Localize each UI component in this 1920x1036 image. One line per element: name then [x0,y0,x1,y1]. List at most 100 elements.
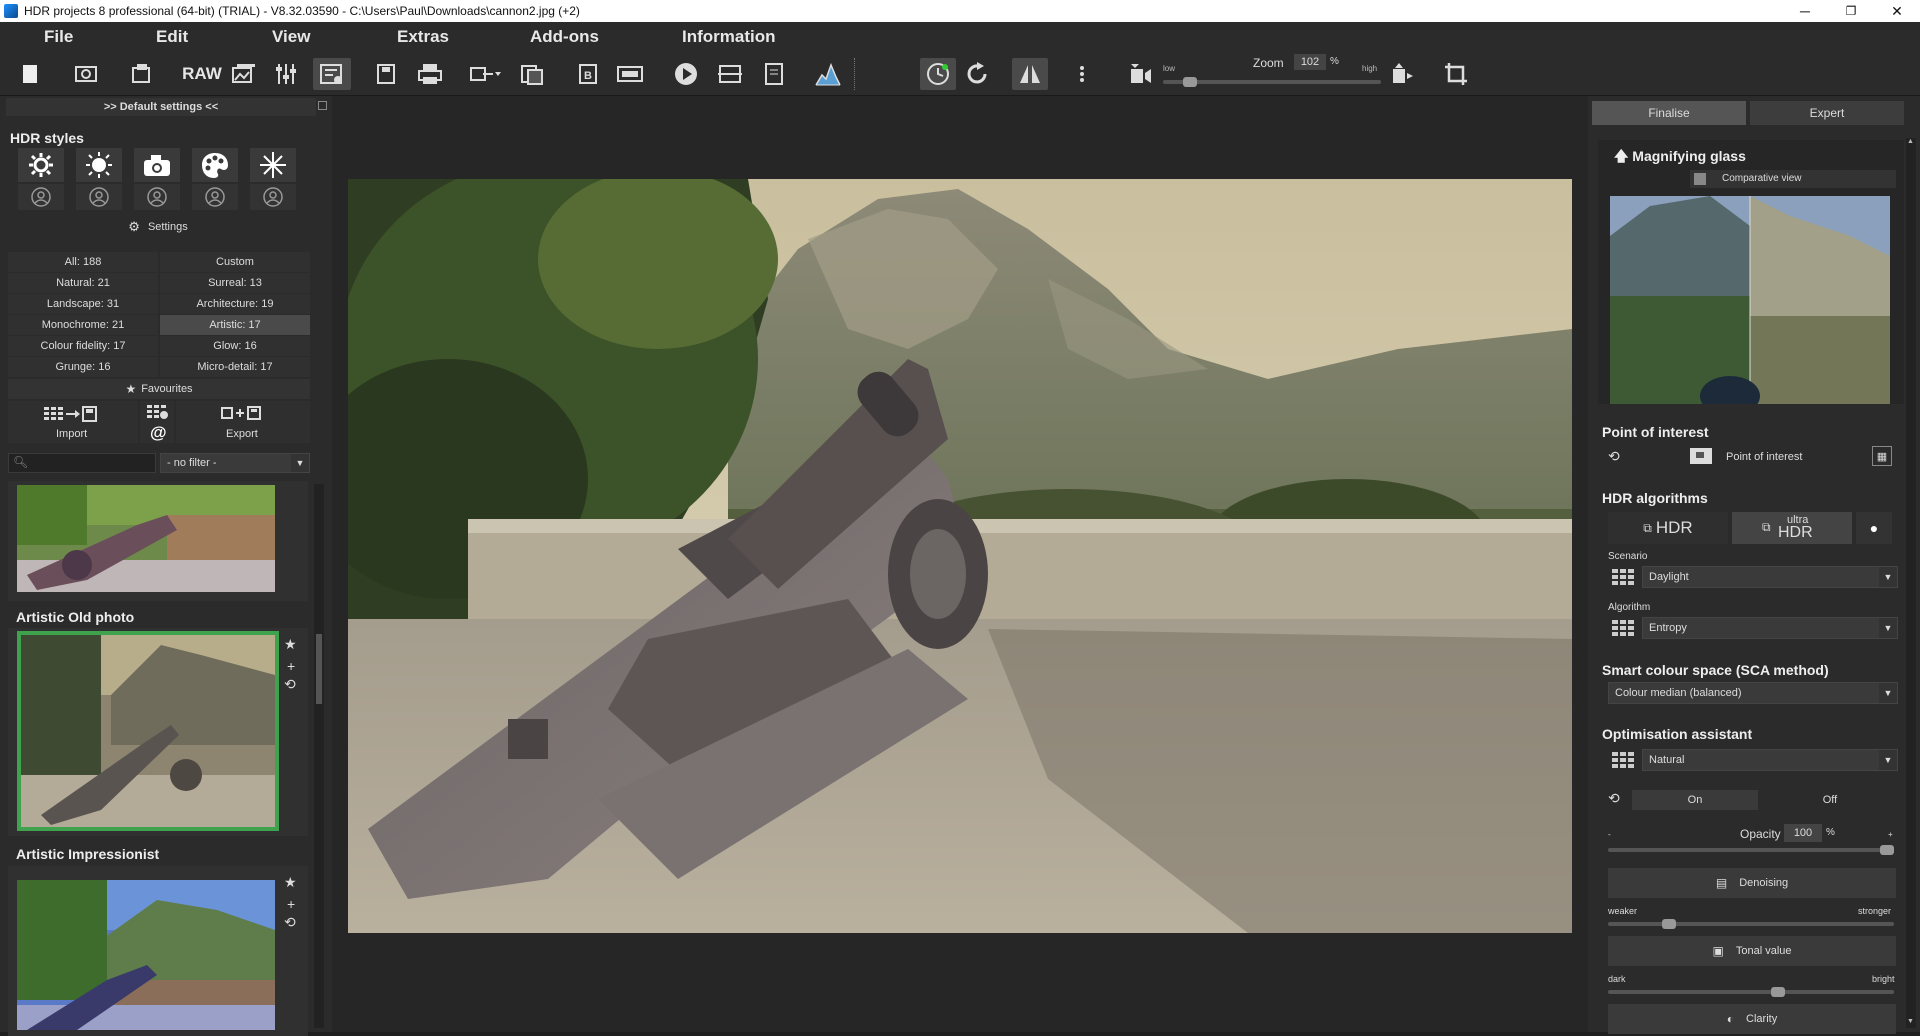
rotate-icon[interactable] [962,58,994,90]
category-all[interactable]: All: 188 [8,252,158,272]
user-style-icon-2[interactable] [76,184,122,210]
crop-icon[interactable] [1440,58,1472,90]
scroll-down-icon[interactable]: ▼ [1907,1018,1914,1025]
copy-settings-icon[interactable]: B [572,58,604,90]
save-icon[interactable] [370,58,402,90]
restore-panel-icon[interactable] [318,101,327,110]
histogram-icon[interactable] [812,58,844,90]
preset-scrollbar[interactable] [314,484,324,1028]
preset-scrollbar-thumb[interactable] [316,634,322,704]
add-icon-2[interactable]: + [287,896,295,912]
category-landscape[interactable]: Landscape: 31 [8,294,158,314]
menu-view[interactable]: View [272,27,310,47]
minimize-button[interactable]: ─ [1782,0,1828,22]
user-style-icon-4[interactable] [192,184,238,210]
category-glow[interactable]: Glow: 16 [160,336,310,356]
favourites-button[interactable]: ★ Favourites [8,379,310,399]
adjustments-icon[interactable] [270,58,302,90]
menu-add-ons[interactable]: Add-ons [530,27,599,47]
default-settings-header[interactable]: >> Default settings << [6,98,316,116]
tonal-value-button[interactable]: ▣ Tonal value [1608,936,1896,966]
menu-information[interactable]: Information [682,27,776,47]
tab-finalise[interactable]: Finalise [1592,101,1746,125]
category-custom[interactable]: Custom [160,252,310,272]
slideshow-icon[interactable] [714,58,746,90]
tonal-value-slider[interactable] [1608,987,1894,997]
preset-card-1[interactable] [8,481,308,601]
preset-thumbnail-impressionist[interactable] [17,880,275,1030]
preset-browser-icon[interactable] [313,58,351,90]
preset-card-2[interactable] [8,628,308,836]
denoising-slider-knob[interactable] [1662,919,1676,929]
category-artistic[interactable]: Artistic: 17 [160,315,310,335]
auto-compare-icon[interactable] [920,58,956,90]
zoom-slider[interactable] [1163,77,1381,87]
magnifier-preview[interactable] [1610,196,1890,404]
preset-card-3[interactable] [8,866,308,1036]
palette-style-icon[interactable] [192,148,238,182]
tonal-value-slider-knob[interactable] [1771,987,1785,997]
preset-thumbnail-old-photo[interactable] [17,631,279,831]
zoom-in-icon[interactable] [1386,58,1418,90]
scroll-up-icon[interactable]: ▲ [1907,138,1914,145]
category-surreal[interactable]: Surreal: 13 [160,273,310,293]
zoom-slider-knob[interactable] [1183,77,1197,87]
sca-dropdown[interactable]: Colour median (balanced) ▼ [1608,682,1898,704]
bulb-icon[interactable]: ● [1856,512,1892,544]
zoom-value-field[interactable]: 102 [1294,54,1326,70]
main-image[interactable] [348,179,1572,933]
menu-extras[interactable]: Extras [397,27,449,47]
info-panel-icon[interactable] [758,58,790,90]
print-icon[interactable] [414,58,446,90]
search-input[interactable]: 🔍︎ [8,453,156,473]
tab-expert[interactable]: Expert [1750,101,1904,125]
close-button[interactable]: ✕ [1874,0,1920,22]
zoom-out-icon[interactable] [1124,58,1156,90]
refresh-icon[interactable]: ⟲ [284,676,296,693]
hdr-button[interactable]: ⧉ HDR [1608,512,1728,544]
refresh-icon-2[interactable]: ⟲ [284,914,296,931]
poi-button[interactable]: Point of interest [1690,446,1856,468]
favourite-star-icon-2[interactable]: ★ [284,874,297,891]
on-button[interactable]: On [1632,790,1758,810]
opacity-value-field[interactable]: 100 [1784,824,1822,842]
right-scrollbar[interactable]: ▲ ▼ [1906,138,1916,1028]
maximize-button[interactable]: ❐ [1828,0,1874,22]
algorithm-dropdown[interactable]: Entropy ▼ [1642,617,1898,639]
denoising-slider[interactable] [1608,919,1894,929]
import-button[interactable]: Import [8,401,138,443]
history-icon[interactable] [70,58,102,90]
menu-edit[interactable]: Edit [156,27,188,47]
filter-dropdown[interactable]: - no filter - ▼ [160,453,310,473]
new-project-icon[interactable] [14,58,46,90]
category-architecture[interactable]: Architecture: 19 [160,294,310,314]
batch-icon[interactable] [516,58,548,90]
sun-style-icon[interactable] [76,148,122,182]
user-style-icon-1[interactable] [18,184,64,210]
scenario-dropdown[interactable]: Daylight ▼ [1642,566,1898,588]
denoising-button[interactable]: ▤ Denoising [1608,868,1896,898]
user-style-icon-5[interactable] [250,184,296,210]
favourite-star-icon[interactable]: ★ [284,636,297,653]
off-button[interactable]: Off [1762,790,1898,810]
comparative-view-toggle[interactable]: Comparative view [1690,170,1896,188]
opacity-slider[interactable] [1608,845,1894,855]
category-natural[interactable]: Natural: 21 [8,273,158,293]
opacity-slider-knob[interactable] [1880,845,1894,855]
camera-style-icon[interactable] [134,148,180,182]
ultra-hdr-button[interactable]: ⧉ ultra HDR [1732,512,1852,544]
reset-optimisation-icon[interactable]: ⟲ [1608,790,1620,807]
magnifier-title[interactable]: 🡅 Magnifying glass [1614,146,1746,170]
settings-button[interactable]: ⚙ Settings [8,216,308,238]
comparative-view-checkbox[interactable] [1694,173,1706,185]
preset-thumbnail-1[interactable] [17,485,275,592]
compare-icon[interactable] [614,58,646,90]
category-grunge[interactable]: Grunge: 16 [8,357,158,377]
gear-style-icon[interactable] [18,148,64,182]
sparkle-style-icon[interactable] [250,148,296,182]
category-micro-detail[interactable]: Micro-detail: 17 [160,357,310,377]
user-style-icon-3[interactable] [134,184,180,210]
clarity-button[interactable]: ◐ Clarity [1608,1004,1896,1034]
add-icon[interactable]: + [287,658,295,674]
share-button[interactable]: @ [140,401,174,443]
